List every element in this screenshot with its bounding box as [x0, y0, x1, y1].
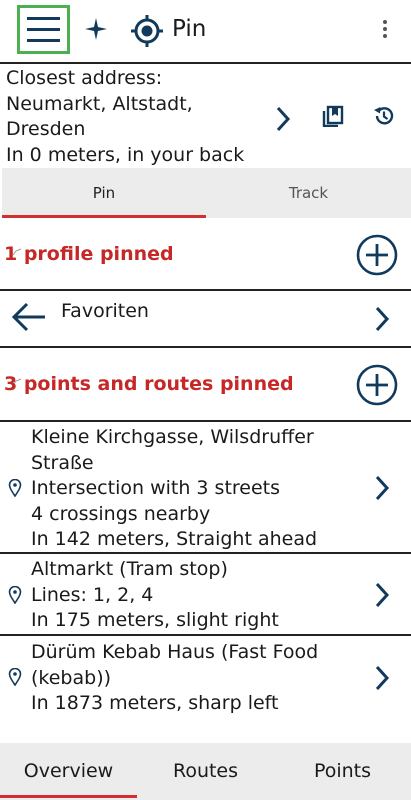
chevron-right-icon[interactable]	[373, 664, 391, 692]
list-item[interactable]: Dürüm Kebab Haus (Fast Food (kebab)) In …	[0, 636, 411, 718]
divider	[0, 346, 411, 348]
app-bar: Pin	[0, 0, 411, 62]
chevron-right-icon[interactable]	[373, 474, 391, 502]
point-item-text: Dürüm Kebab Haus (Fast Food (kebab)) In …	[31, 641, 319, 714]
compass-star-icon[interactable]	[84, 17, 108, 41]
history-icon[interactable]	[373, 105, 395, 127]
favorites-label: Favoriten	[61, 300, 149, 322]
arrow-left-icon[interactable]	[11, 302, 47, 332]
hamburger-menu-icon[interactable]	[17, 5, 70, 54]
gps-target-icon[interactable]	[130, 14, 164, 48]
chevron-right-icon[interactable]	[373, 305, 391, 333]
tab-pin[interactable]: Pin	[2, 168, 206, 218]
divider	[0, 289, 411, 291]
point-item-text: Kleine Kirchgasse, Wilsdruffer Straße In…	[31, 426, 318, 550]
page-title: Pin	[172, 16, 207, 42]
chevron-right-icon[interactable]	[373, 581, 391, 609]
pin-track-tabs: Pin Track	[2, 168, 411, 218]
closest-address-text: Closest address: Neumarkt, Altstadt, Dre…	[6, 67, 245, 166]
profiles-pinned-title: 1 profile pinned	[4, 243, 174, 265]
list-item[interactable]: Altmarkt (Tram stop) Lines: 1, 2, 4 In 1…	[0, 554, 411, 634]
add-circle-icon[interactable]	[356, 234, 398, 276]
points-section-header: 3 points and routes pinned	[0, 350, 411, 418]
closest-address-panel: Closest address: Neumarkt, Altstadt, Dre…	[0, 64, 411, 168]
nav-selected-indicator	[0, 795, 137, 798]
nav-overview[interactable]: Overview	[0, 743, 137, 800]
favorites-row[interactable]: Favoriten	[0, 292, 411, 346]
point-item-text: Altmarkt (Tram stop) Lines: 1, 2, 4 In 1…	[31, 558, 279, 631]
location-pin-icon	[8, 479, 22, 497]
more-vert-icon[interactable]	[382, 20, 388, 40]
bookmark-icon[interactable]	[322, 105, 344, 127]
chevron-right-icon[interactable]	[274, 105, 292, 133]
tab-selected-indicator	[2, 215, 206, 218]
nav-points[interactable]: Points	[274, 743, 411, 800]
location-pin-icon	[8, 586, 22, 604]
tab-track[interactable]: Track	[206, 168, 411, 218]
location-pin-icon	[8, 668, 22, 686]
profiles-section-header: 1 profile pinned	[0, 220, 411, 288]
list-item[interactable]: Kleine Kirchgasse, Wilsdruffer Straße In…	[0, 422, 411, 552]
points-pinned-title: 3 points and routes pinned	[4, 373, 294, 395]
bottom-navigation: Overview Routes Points	[0, 743, 411, 800]
add-circle-icon[interactable]	[356, 364, 398, 406]
nav-routes[interactable]: Routes	[137, 743, 274, 800]
